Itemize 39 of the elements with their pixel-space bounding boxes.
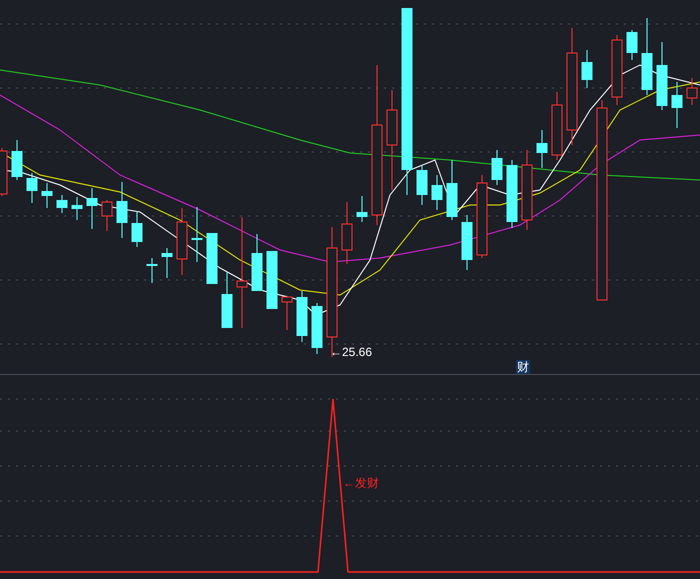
candlestick <box>102 200 112 232</box>
candlestick <box>312 302 322 354</box>
candlestick <box>612 34 622 106</box>
candlestick <box>56 194 68 214</box>
candlestick <box>356 196 368 222</box>
candlestick <box>206 232 218 284</box>
candlestick <box>686 78 698 106</box>
candlestick <box>86 188 98 230</box>
price-label: ←25.66 <box>330 345 372 359</box>
candlestick <box>72 196 82 220</box>
candlestick <box>626 30 638 60</box>
candlestick <box>296 290 308 342</box>
candlestick <box>446 160 458 220</box>
candlestick <box>462 214 472 270</box>
candlestick <box>672 82 682 128</box>
candlestick <box>582 50 592 88</box>
candlestick <box>192 206 202 262</box>
candlestick <box>492 150 502 186</box>
candlestick <box>282 296 292 330</box>
candlestick <box>252 234 262 292</box>
candlestick <box>176 208 188 276</box>
candlestick <box>12 140 22 180</box>
candlestick <box>432 174 442 210</box>
candlestick <box>132 210 142 248</box>
candlestick <box>42 182 52 208</box>
signal-label: ←发财 <box>343 476 379 490</box>
candlestick <box>552 92 562 160</box>
candlestick <box>506 160 518 228</box>
candlestick <box>146 258 158 284</box>
candlestick <box>162 248 172 278</box>
candlestick <box>342 202 352 264</box>
candlestick <box>116 182 128 238</box>
candlestick <box>536 130 548 168</box>
candlestick <box>26 172 38 204</box>
candlestick <box>222 272 232 328</box>
candlestick <box>266 250 278 310</box>
candlestick <box>656 42 668 110</box>
candlestick <box>416 164 428 206</box>
signal-marker: 财 <box>516 360 530 374</box>
